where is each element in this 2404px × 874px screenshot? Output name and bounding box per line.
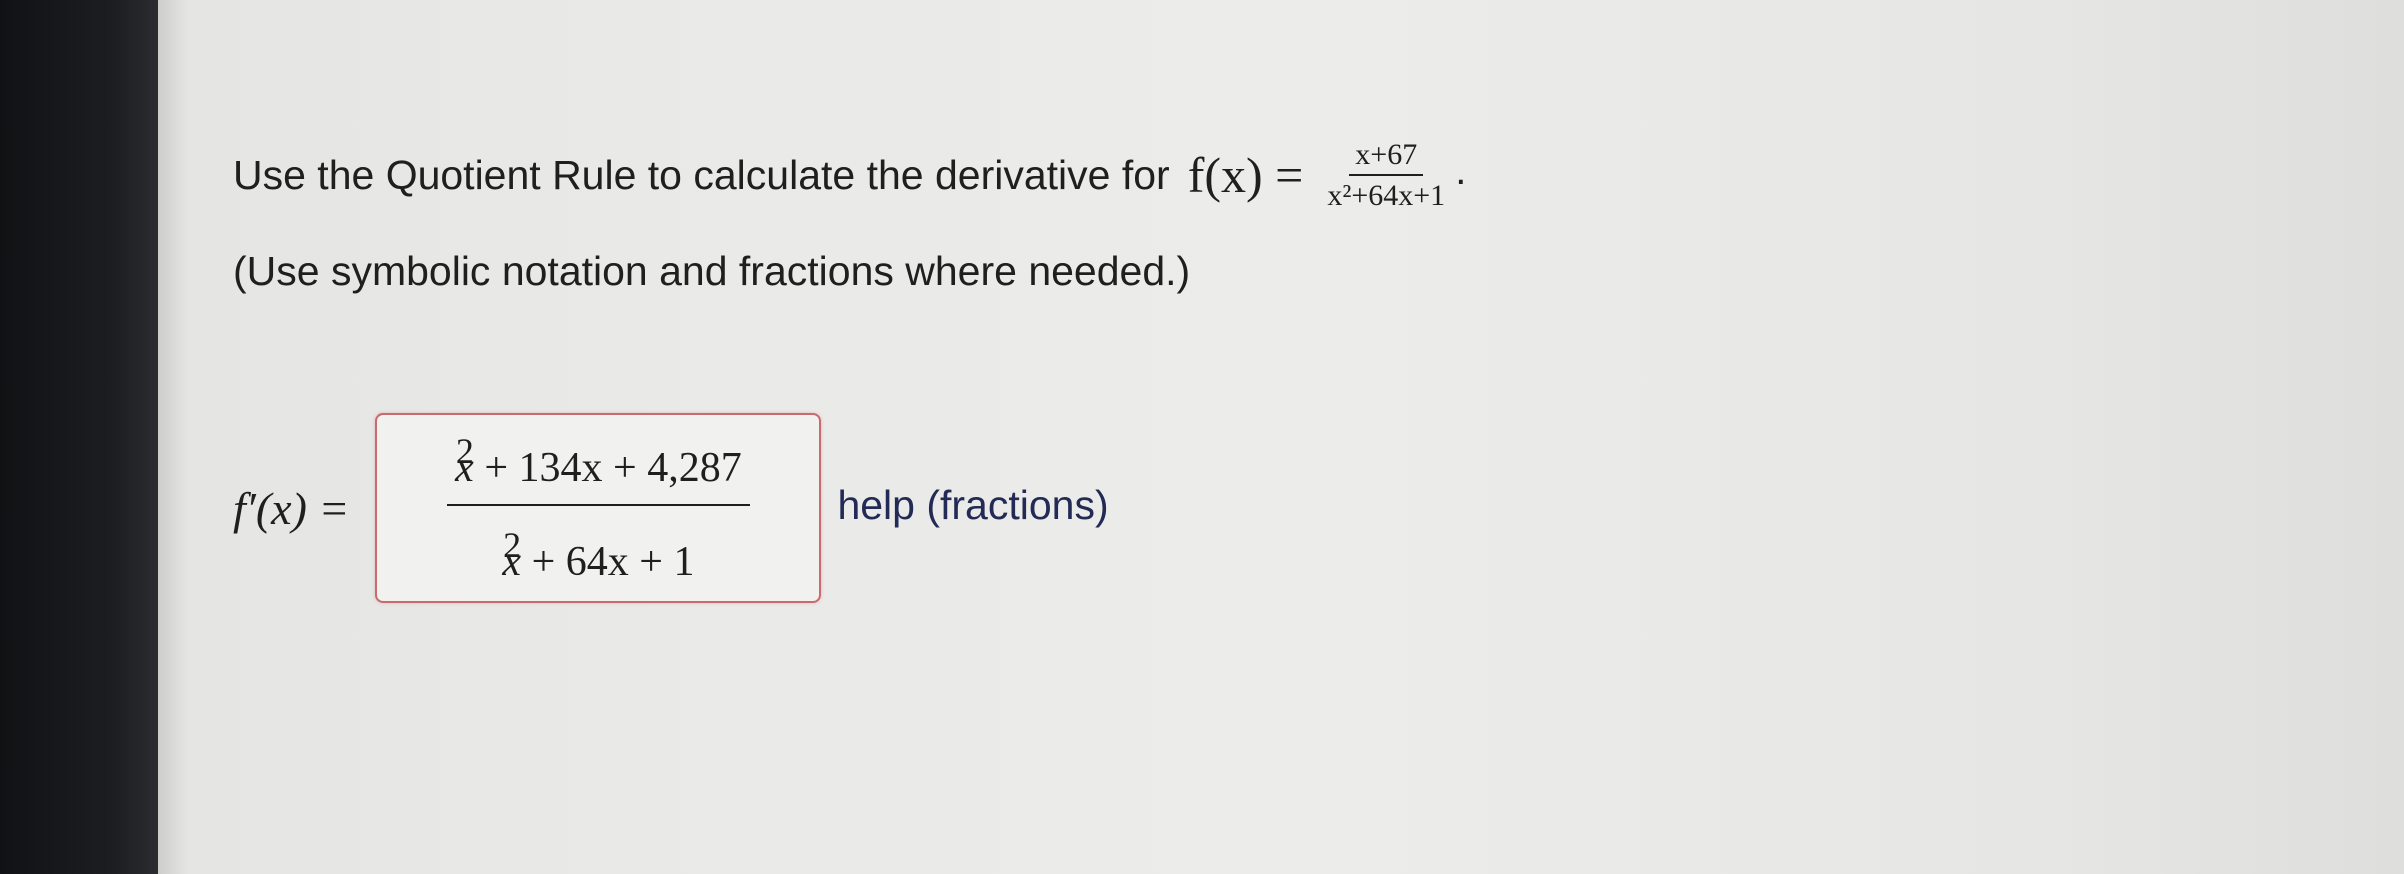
denominator-rest: + 64x + 1 [521, 539, 695, 585]
numerator-exponent: 2 [455, 431, 474, 471]
help-fractions-link[interactable]: help (fractions) [837, 482, 1108, 529]
answer-label: f′(x) = [233, 482, 350, 534]
function-denominator: x²+64x+1 [1327, 179, 1446, 212]
instruction-text: (Use symbolic notation and fractions whe… [233, 248, 1191, 294]
denominator-exponent: 2 [503, 525, 522, 565]
function-lhs: f(x) = [1187, 147, 1304, 203]
answer-fraction: x2 + 134x + 4,287 x2 + 64x + 1 [447, 430, 750, 586]
prompt-period: . [1455, 149, 1467, 193]
answer-numerator: x2 + 134x + 4,287 [447, 430, 750, 506]
question-panel: Use the Quotient Rule to calculate the d… [233, 130, 2133, 603]
screen-edge-shadow [158, 0, 188, 874]
question-prompt-line: Use the Quotient Rule to calculate the d… [233, 130, 2133, 220]
answer-row: f′(x) = x2 + 134x + 4,287 x2 + 64x + 1 h… [233, 413, 2133, 603]
question-prompt: Use the Quotient Rule to calculate the d… [233, 151, 1170, 198]
answer-input[interactable]: x2 + 134x + 4,287 x2 + 64x + 1 [375, 413, 822, 603]
function-numerator: x+67 [1349, 138, 1424, 176]
function-fraction: x+67 x²+64x+1 [1321, 138, 1451, 212]
numerator-rest: + 134x + 4,287 [473, 445, 742, 491]
answer-denominator: x2 + 64x + 1 [494, 506, 702, 586]
monitor-bezel [0, 0, 158, 874]
